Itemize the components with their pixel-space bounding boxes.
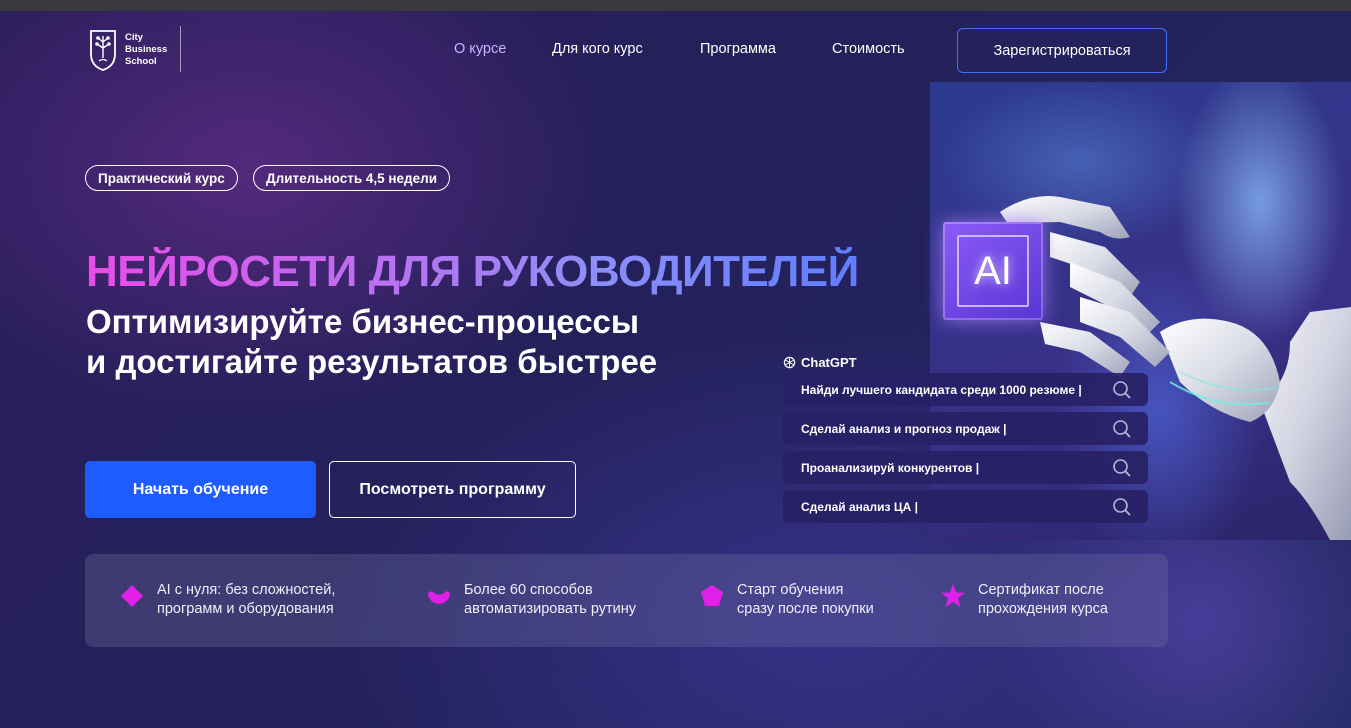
chatgpt-label: ChatGPT: [783, 355, 857, 370]
prompt-item[interactable]: Сделай анализ ЦА |: [783, 490, 1148, 523]
openai-icon: [783, 356, 796, 369]
ai-chip: AI: [943, 222, 1043, 320]
feature-line: Сертификат после: [978, 582, 1104, 598]
page-subtitle: Оптимизируйте бизнес-процессы и достигай…: [86, 302, 657, 382]
logo-divider: [180, 26, 181, 72]
start-learning-button[interactable]: Начать обучение: [85, 461, 316, 518]
feature-line: сразу после покупки: [737, 601, 874, 617]
feature-text: Более 60 способов автоматизировать рутин…: [464, 581, 636, 619]
logo-line-1: City: [125, 32, 143, 43]
star-icon: [941, 584, 965, 607]
page-title: НЕЙРОСЕТИ ДЛЯ РУКОВОДИТЕЛЕЙ: [86, 247, 859, 296]
feature-line: прохождения курса: [978, 601, 1108, 617]
feature-item: Более 60 способов автоматизировать рутин…: [426, 581, 636, 619]
view-program-button[interactable]: Посмотреть программу: [329, 461, 576, 518]
features-panel: AI с нуля: без сложностей, программ и об…: [85, 554, 1168, 647]
nav-item-price[interactable]: Стоимость: [832, 41, 905, 57]
prompt-text: Проанализируй конкурентов |: [801, 460, 980, 475]
feature-item: Старт обучения сразу после покупки: [699, 581, 874, 619]
prompt-item[interactable]: Найди лучшего кандидата среди 1000 резюм…: [783, 373, 1148, 406]
logo-line-3: School: [125, 56, 157, 67]
crest-icon: [90, 30, 116, 71]
prompt-text: Сделай анализ и прогноз продаж |: [801, 421, 1007, 436]
feature-item: AI с нуля: без сложностей, программ и об…: [119, 581, 335, 619]
nav-item-about[interactable]: О курсе: [454, 41, 506, 57]
search-icon: [1113, 459, 1131, 477]
chatgpt-label-text: ChatGPT: [801, 355, 857, 370]
logo-line-2: Business: [125, 44, 168, 55]
badge-duration: Длительность 4,5 недели: [253, 165, 451, 191]
feature-text: Сертификат после прохождения курса: [978, 581, 1108, 619]
prompt-text: Найди лучшего кандидата среди 1000 резюм…: [801, 382, 1082, 397]
prompt-item[interactable]: Сделай анализ и прогноз продаж |: [783, 412, 1148, 445]
feature-item: Сертификат после прохождения курса: [940, 581, 1108, 619]
feature-line: Старт обучения: [737, 582, 844, 598]
nav-item-program[interactable]: Программа: [700, 41, 776, 57]
pentagon-icon: [701, 585, 723, 606]
crescent-icon: [428, 591, 450, 604]
search-icon: [1113, 420, 1131, 438]
search-icon: [1113, 381, 1131, 399]
nav-item-audience[interactable]: Для кого курс: [552, 41, 643, 57]
prompt-item[interactable]: Проанализируй конкурентов |: [783, 451, 1148, 484]
badge-practical: Практический курс: [85, 165, 238, 191]
subtitle-line-2: и достигайте результатов быстрее: [86, 343, 658, 380]
feature-text: Старт обучения сразу после покупки: [737, 581, 874, 619]
browser-top-bar: [0, 0, 1351, 11]
register-button[interactable]: Зарегистрироваться: [957, 28, 1167, 73]
search-icon: [1113, 498, 1131, 516]
prompt-text: Сделай анализ ЦА |: [801, 499, 918, 514]
logo-text: City Business School: [125, 32, 167, 68]
subtitle-line-1: Оптимизируйте бизнес-процессы: [86, 303, 640, 340]
feature-line: Более 60 способов: [464, 582, 593, 598]
feature-text: AI с нуля: без сложностей, программ и об…: [157, 581, 335, 619]
feature-line: AI с нуля: без сложностей,: [157, 582, 336, 598]
diamond-icon: [121, 585, 143, 607]
feature-line: автоматизировать рутину: [464, 601, 636, 617]
feature-line: программ и оборудования: [157, 601, 334, 617]
logo[interactable]: City Business School: [88, 27, 183, 73]
ai-chip-label: AI: [957, 235, 1029, 307]
